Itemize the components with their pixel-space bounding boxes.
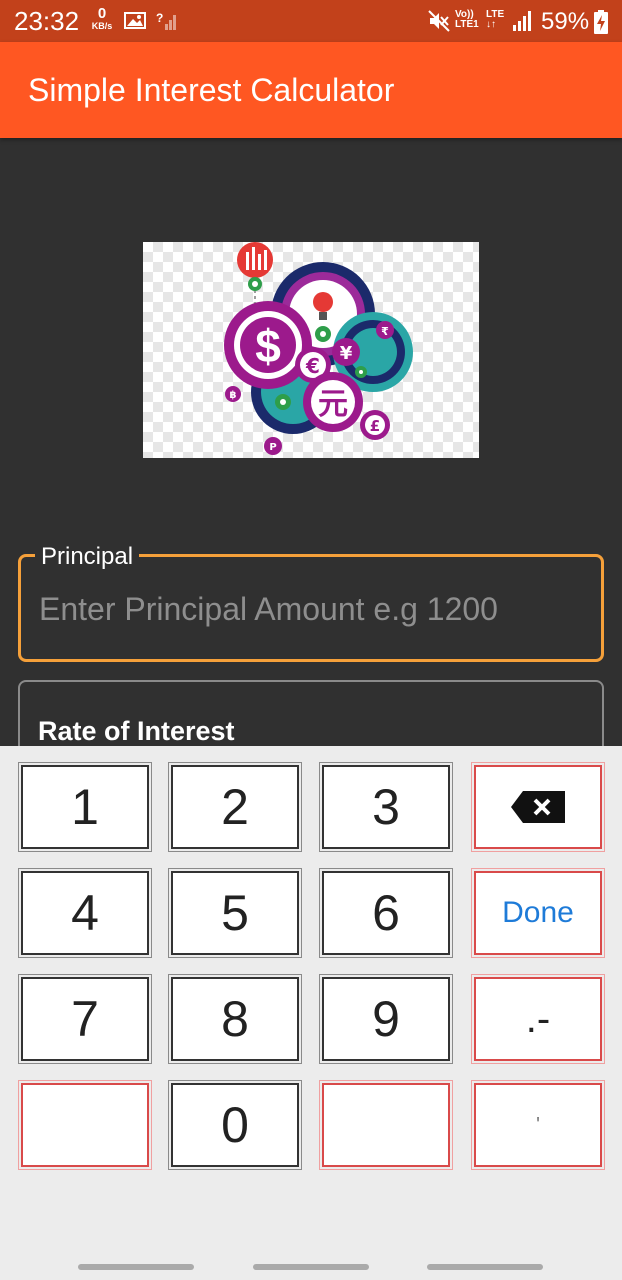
rate-of-interest-label: Rate of Interest [38, 716, 235, 746]
key-8[interactable]: 8 [168, 974, 302, 1064]
mute-icon [428, 10, 450, 32]
quote-key[interactable]: ' [471, 1080, 605, 1170]
volte-icon: Vo)) LTE1 [455, 10, 479, 30]
empty-key-right[interactable] [319, 1080, 453, 1170]
lte-icon: LTE ↓↑ [486, 10, 504, 30]
app-title: Simple Interest Calculator [28, 72, 395, 108]
navigation-bar [0, 1264, 622, 1272]
principal-field[interactable]: Principal Enter Principal Amount e.g 120… [18, 543, 604, 662]
euro-symbol: € [305, 354, 320, 378]
key-2[interactable]: 2 [168, 762, 302, 852]
key-6[interactable]: 6 [319, 868, 453, 958]
yen-symbol: ¥ [340, 343, 353, 364]
principal-placeholder: Enter Principal Amount e.g 1200 [39, 591, 498, 627]
app-bar: Simple Interest Calculator [0, 42, 622, 138]
battery-percent: 59% [541, 8, 590, 35]
key-5[interactable]: 5 [168, 868, 302, 958]
network-speed-unit: KB/s [91, 21, 113, 31]
svg-text:?: ? [156, 11, 163, 25]
battery-charging-icon [594, 10, 608, 34]
nav-recents-pill[interactable] [78, 1264, 194, 1270]
key-7[interactable]: 7 [18, 974, 152, 1064]
numeric-keypad: 1 2 3 4 5 6 Done 7 8 9 .- 0 ' [0, 746, 622, 1280]
bulb-icon [313, 292, 333, 312]
baht-symbol: ฿ [230, 390, 237, 401]
peso-symbol: P [269, 442, 276, 453]
signal-bars-icon [513, 11, 531, 31]
nav-home-pill[interactable] [253, 1264, 369, 1270]
signal-unknown-icon: ? [156, 11, 176, 30]
finance-logo-image: $ € ¥ 元 £ ₹ ฿ P [143, 242, 479, 458]
key-1[interactable]: 1 [18, 762, 152, 852]
principal-label: Principal [35, 543, 140, 571]
backspace-key[interactable] [471, 762, 605, 852]
lte-arrows: ↓↑ [486, 19, 496, 30]
volte-line2: LTE1 [455, 19, 479, 30]
backspace-icon [511, 791, 565, 823]
decimal-key[interactable]: .- [471, 974, 605, 1064]
finance-gears-logo: $ € ¥ 元 £ ₹ ฿ P [224, 242, 413, 455]
key-0[interactable]: 0 [168, 1080, 302, 1170]
gallery-icon [124, 12, 146, 29]
yuan-symbol: 元 [318, 387, 348, 422]
empty-key-left[interactable] [18, 1080, 152, 1170]
network-speed: 0 KB/s [88, 6, 116, 31]
key-9[interactable]: 9 [319, 974, 453, 1064]
done-key[interactable]: Done [471, 868, 605, 958]
status-time: 23:32 [14, 6, 80, 36]
dollar-symbol: $ [255, 320, 281, 372]
key-4[interactable]: 4 [18, 868, 152, 958]
nav-back-pill[interactable] [427, 1264, 543, 1270]
rupee-symbol: ₹ [381, 325, 389, 338]
network-speed-value: 0 [97, 5, 107, 22]
pound-symbol: £ [370, 417, 380, 435]
key-3[interactable]: 3 [319, 762, 453, 852]
status-bar: 23:32 0 KB/s ? Vo)) LTE1 LTE ↓↑ 59% [0, 0, 622, 42]
